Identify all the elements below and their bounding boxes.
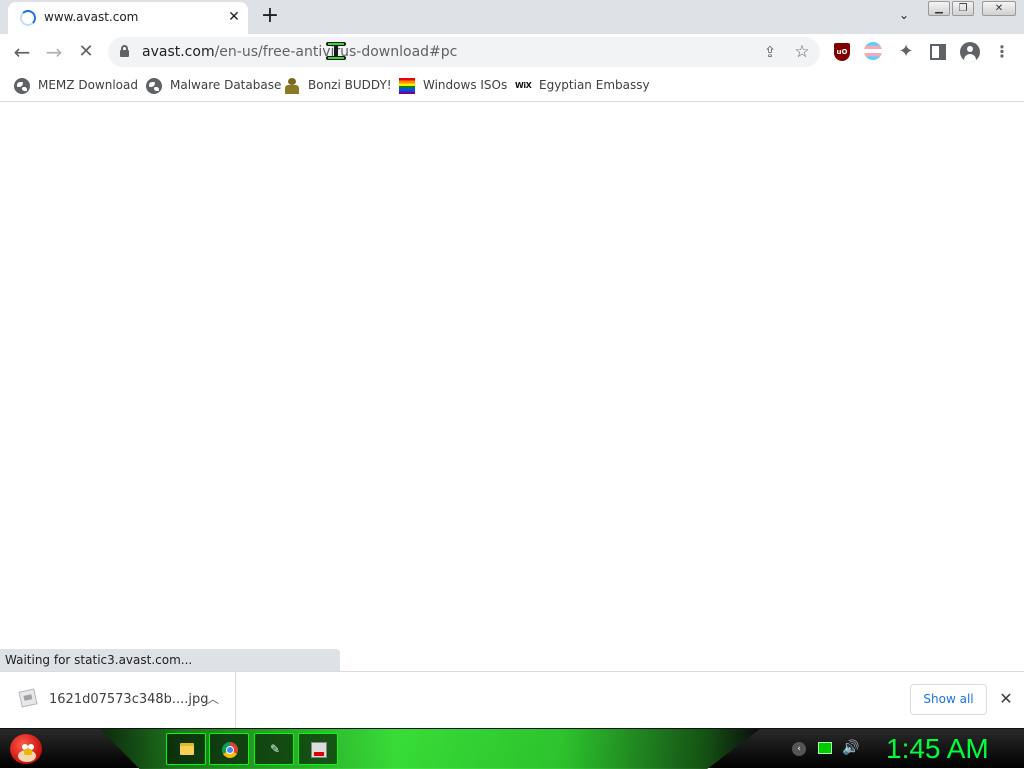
window-minimize-button[interactable]: ▁	[928, 1, 950, 16]
side-panel-icon[interactable]	[928, 42, 948, 62]
volume-icon[interactable]: 🔊	[842, 739, 859, 757]
extensions-puzzle-icon[interactable]: ✦	[896, 42, 916, 62]
lock-icon[interactable]	[120, 45, 129, 57]
stop-loading-button[interactable]: ✕	[74, 40, 98, 64]
chevron-up-icon[interactable]: ︿	[204, 690, 222, 708]
tray-expand-icon[interactable]: ‹	[792, 742, 806, 756]
wix-icon: WiX	[515, 81, 532, 90]
forward-button[interactable]: →	[42, 40, 66, 64]
app-icon	[311, 742, 327, 758]
bookmark-star-icon[interactable]: ☆	[792, 42, 812, 62]
taskbar-clock[interactable]: 1:45 AM	[886, 731, 1016, 767]
bonzi-icon	[284, 78, 300, 94]
bookmarks-bar: MEMZ Download Malware Database Bonzi BUD…	[0, 70, 1024, 102]
rainbow-flag-icon	[399, 78, 415, 94]
status-bubble: Waiting for static3.avast.com...	[0, 649, 340, 671]
browser-toolbar: ← → ✕ avast.com/en-us/free-antivirus-dow…	[0, 34, 1024, 70]
share-icon[interactable]: ⇪	[760, 42, 780, 62]
start-button[interactable]	[6, 730, 46, 768]
kebab-menu-icon[interactable]: ⋮	[992, 42, 1012, 62]
download-item[interactable]: 1621d07573c348b....jpg ︿	[0, 672, 236, 728]
globe-icon	[146, 78, 162, 94]
download-filename: 1621d07573c348b....jpg	[49, 692, 209, 707]
extension-flag-icon[interactable]	[864, 42, 884, 62]
bookmark-label: MEMZ Download	[38, 78, 138, 92]
taskbar-file-explorer[interactable]	[166, 733, 206, 765]
tab-strip: www.avast.com ✕ + ⌄ ▁ ❐ ✕	[0, 0, 1024, 34]
taskbar-chrome[interactable]	[209, 733, 249, 765]
url-text[interactable]: avast.com/en-us/free-antivirus-download#…	[142, 44, 457, 60]
text-cursor-icon	[326, 42, 346, 60]
ublock-origin-icon[interactable]: uO	[832, 42, 852, 62]
back-button[interactable]: ←	[10, 40, 34, 64]
ublock-badge: uO	[834, 43, 850, 61]
address-bar[interactable]: avast.com/en-us/free-antivirus-download#…	[108, 37, 820, 67]
bookmark-label: Bonzi BUDDY!	[308, 78, 392, 92]
app-icon: ✎	[269, 742, 281, 756]
page-content	[0, 103, 1024, 671]
chrome-icon	[222, 742, 238, 758]
bookmark-label: Malware Database	[170, 78, 282, 92]
network-icon[interactable]	[818, 742, 832, 754]
window-close-button[interactable]: ✕	[982, 1, 1016, 16]
download-shelf: 1621d07573c348b....jpg ︿ Show all ✕	[0, 671, 1024, 728]
show-all-button[interactable]: Show all	[910, 684, 987, 715]
close-shelf-icon[interactable]: ✕	[996, 689, 1016, 709]
globe-icon	[14, 78, 30, 94]
tab-title: www.avast.com	[44, 10, 139, 24]
tab-search-chevron-icon[interactable]: ⌄	[894, 8, 914, 26]
close-tab-icon[interactable]: ✕	[224, 7, 244, 27]
tab-active[interactable]: www.avast.com ✕	[8, 2, 248, 34]
bookmark-label: Windows ISOs	[423, 78, 508, 92]
folder-icon	[180, 743, 194, 755]
taskbar-app[interactable]	[298, 733, 338, 765]
url-domain: avast.com	[142, 44, 215, 60]
window-restore-button[interactable]: ❐	[952, 1, 974, 16]
new-tab-button[interactable]: +	[258, 5, 282, 29]
loading-spinner-icon	[20, 10, 36, 26]
taskbar-app[interactable]: ✎	[254, 733, 294, 765]
bookmark-label: Egyptian Embassy	[539, 78, 650, 92]
image-file-icon	[18, 688, 38, 708]
taskbar: ✎ ‹ 🔊 1:45 AM	[0, 728, 1024, 769]
profile-avatar-icon[interactable]	[960, 42, 980, 62]
